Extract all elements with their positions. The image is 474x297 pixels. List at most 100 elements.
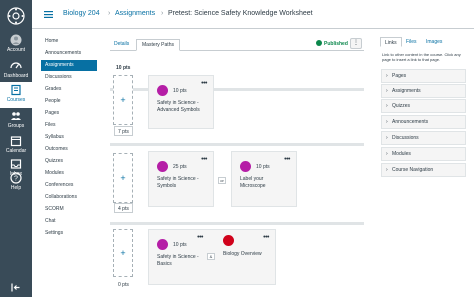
card-title: Safety in Science - Symbols: [157, 176, 199, 189]
assignment-set-card[interactable]: 10 pts ••• Safety in Science - Basics & …: [148, 229, 276, 285]
sidebar-section-pages[interactable]: › Pages: [381, 69, 466, 83]
card-title: Safety in Science - Advanced Symbols: [157, 100, 200, 113]
global-nav-courses[interactable]: Courses: [0, 82, 32, 108]
card-menu-icon[interactable]: •••: [284, 156, 290, 163]
calendar-icon: [10, 136, 22, 147]
published-button[interactable]: Published: [316, 39, 348, 49]
row-divider: [110, 143, 364, 146]
sidebar-section-announcements[interactable]: › Announcements: [381, 115, 466, 129]
add-icon: +: [120, 248, 126, 258]
course-nav-people[interactable]: People: [41, 96, 97, 107]
breadcrumb-separator: ›: [108, 10, 111, 17]
breadcrumb-separator: ›: [161, 10, 164, 17]
global-nav-account[interactable]: Account: [0, 32, 32, 58]
published-label: Published: [324, 41, 348, 47]
sidebar-section-label: Course Navigation: [392, 167, 434, 173]
card-menu-icon[interactable]: •••: [197, 234, 203, 241]
sidebar-section-label: Assignments: [392, 88, 421, 94]
course-nav-modules[interactable]: Modules: [41, 168, 97, 179]
assignment-card[interactable]: 25 pts ••• Safety in Science - Symbols: [148, 151, 214, 207]
breadcrumb-course[interactable]: Biology 204: [63, 9, 100, 19]
card-title: Biology Overview: [223, 251, 262, 257]
help-icon: ?: [10, 172, 22, 184]
course-nav-quizzes[interactable]: Quizzes: [41, 156, 97, 167]
sidebar-help-text: Link to other content in the course. Cli…: [382, 52, 461, 62]
more-options-button[interactable]: ⋮: [350, 38, 362, 49]
card-points: 10 pts: [173, 88, 187, 94]
sidebar-section-label: Quizzes: [392, 103, 411, 109]
hamburger-menu-icon[interactable]: [44, 11, 53, 18]
assignment-card[interactable]: 10 pts ••• Safety in Science - Advanced …: [148, 75, 214, 129]
course-nav-syllabus[interactable]: Syllabus: [41, 132, 97, 143]
global-nav-help[interactable]: ? Help: [0, 170, 32, 196]
course-nav-files[interactable]: Files: [41, 120, 97, 131]
sidebar-section-assignments[interactable]: › Assignments: [381, 84, 466, 98]
sidebar-section-course-navigation[interactable]: › Course Navigation: [381, 163, 466, 177]
add-assignment-slot[interactable]: +: [113, 153, 133, 203]
global-nav-label: Account: [6, 47, 26, 53]
course-nav-pages[interactable]: Pages: [41, 108, 97, 119]
inbox-icon: [10, 159, 22, 169]
sidebar-tab-images[interactable]: Images: [422, 37, 446, 47]
sidebar-section-label: Pages: [392, 73, 407, 79]
collapse-nav-icon[interactable]: [11, 283, 21, 292]
global-nav-label: Help: [10, 185, 22, 191]
assignment-icon: [157, 85, 168, 96]
sidebar-section-modules[interactable]: › Modules: [381, 147, 466, 161]
sidebar-section-discussions[interactable]: › Discussions: [381, 131, 466, 145]
course-nav-scorm[interactable]: SCORM: [41, 204, 97, 215]
sidebar-section-label: Modules: [392, 151, 411, 157]
add-assignment-slot[interactable]: +: [113, 75, 133, 125]
sidebar-tab-links[interactable]: Links: [380, 37, 402, 47]
course-nav-home[interactable]: Home: [41, 36, 97, 47]
global-nav-label: Courses: [6, 97, 26, 103]
add-icon: +: [120, 95, 126, 105]
course-nav-grades[interactable]: Grades: [41, 84, 97, 95]
groups-icon: [11, 112, 21, 120]
range-bottom-score: 0 pts: [114, 279, 133, 289]
breadcrumb-assignments[interactable]: Assignments: [115, 9, 155, 19]
range-bottom-score[interactable]: 7 pts: [114, 126, 133, 136]
global-nav-label: Calendar: [5, 148, 27, 154]
course-nav-announcements[interactable]: Announcements: [41, 48, 97, 59]
card-points: 10 pts: [173, 242, 187, 248]
global-nav-groups[interactable]: Groups: [0, 108, 32, 134]
course-nav-collaborations[interactable]: Collaborations: [41, 192, 97, 203]
card-menu-icon[interactable]: •••: [201, 156, 207, 163]
joiner-toggle[interactable]: or: [218, 177, 226, 184]
course-nav-conferences[interactable]: Conferences: [41, 180, 97, 191]
sidebar-tab-files[interactable]: Files: [402, 37, 421, 47]
global-nav-dashboard[interactable]: Dashboard: [0, 58, 32, 84]
sidebar-section-label: Announcements: [392, 119, 429, 125]
course-nav-settings[interactable]: Settings: [41, 228, 97, 239]
global-nav-label: Groups: [7, 123, 25, 129]
course-nav-chat[interactable]: Chat: [41, 216, 97, 227]
global-nav: Account Dashboard Courses Groups Calenda…: [0, 0, 32, 297]
canvas-logo-icon[interactable]: [7, 7, 25, 25]
svg-text:?: ?: [14, 176, 18, 183]
add-assignment-slot[interactable]: +: [113, 229, 133, 277]
assignment-icon: [240, 161, 251, 172]
tab-mastery-paths[interactable]: Mastery Paths: [136, 39, 180, 51]
range-bottom-score[interactable]: 4 pts: [114, 203, 133, 213]
tab-details[interactable]: Details: [110, 39, 133, 51]
global-nav-label: Dashboard: [3, 73, 29, 79]
check-icon: [316, 40, 322, 46]
card-menu-icon[interactable]: •••: [263, 234, 269, 241]
card-points: 25 pts: [173, 164, 187, 170]
row-divider: [110, 222, 364, 225]
page-header: Biology 204 › Assignments › Pretest: Sci…: [32, 0, 474, 29]
assignment-icon: [157, 161, 168, 172]
card-title: Safety in Science - Basics: [157, 254, 199, 267]
course-nav-assignments[interactable]: Assignments: [41, 60, 97, 71]
range-top-score: 10 pts: [116, 65, 131, 71]
course-nav-outcomes[interactable]: Outcomes: [41, 144, 97, 155]
dashboard-icon: [10, 62, 22, 69]
course-nav-discussions[interactable]: Discussions: [41, 72, 97, 83]
sidebar-section-quizzes[interactable]: › Quizzes: [381, 99, 466, 113]
card-menu-icon[interactable]: •••: [201, 80, 207, 87]
page-icon: [223, 235, 234, 246]
breadcrumb-current: Pretest: Science Safety Knowledge Worksh…: [168, 10, 313, 17]
assignment-card[interactable]: 10 pts ••• Label your Microscope: [231, 151, 297, 207]
joiner-toggle[interactable]: &: [207, 253, 215, 260]
